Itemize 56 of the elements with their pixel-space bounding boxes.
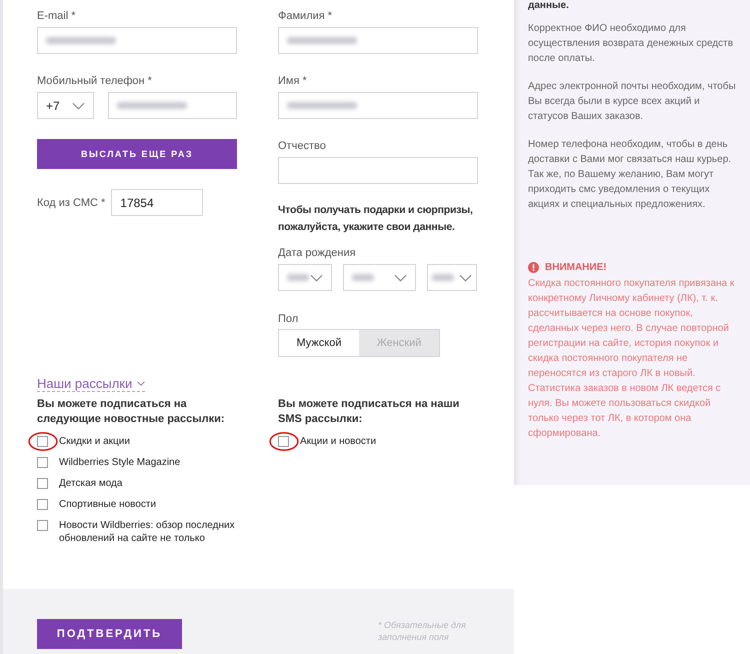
warning-title: ВНИМАНИЕ! — [545, 262, 607, 273]
field-label: Фамилия * — [278, 10, 334, 23]
sidebar-text: Номер телефона необходим, чтобы в день доставки с Вами мог связаться наш курьер. Так же, по Вашему желанию, Вам могут приходить смс уведомления о текущих акциях и специальных предложениях. — [528, 138, 732, 212]
sms-code-field[interactable]: 17854 — [111, 189, 204, 216]
warning-text: Скидка постоянного покупателя привязана к конкретному Личному кабинету (ЛК), т. к. рассчитывается на основе покупок, сделанных через него. В случае повторной регистрации на сайте, история покупок и скидка постоянного покупателя не переносятся из старого ЛК в новый. Статистика заказов в новом ЛК ведется с нуля. Вы можете пользоваться скидкой только через тот ЛК, в котором она сформирована. — [528, 277, 736, 441]
checkbox[interactable] — [37, 436, 48, 447]
chevron-down-icon — [310, 274, 323, 282]
email-field[interactable] — [37, 27, 237, 54]
blurred-value — [352, 274, 374, 281]
field-label: Дата рождения — [278, 247, 357, 260]
checkbox-label: Детская мода — [59, 477, 124, 490]
checkbox[interactable] — [37, 478, 48, 489]
gift-note: Чтобы получать подарки и сюрпризы, пожалуйста, укажите свои данные. — [278, 203, 474, 235]
text-field[interactable] — [278, 27, 478, 54]
sidebar-text: данные. — [528, 0, 570, 11]
subscriptions-link[interactable]: Наши рассылки — [37, 376, 146, 392]
blurred-value — [432, 274, 454, 281]
blurred-value — [287, 37, 357, 44]
text-field[interactable] — [278, 92, 478, 119]
checkbox-label: Скидки и акции — [59, 435, 131, 448]
blurred-value — [46, 37, 116, 44]
chevron-down-icon — [137, 381, 146, 386]
field-label: E-mail * — [37, 10, 77, 23]
checkbox[interactable] — [37, 499, 48, 510]
group-heading: Вы можете подписаться на следующие новостные рассылки: — [37, 397, 226, 427]
field-label: Отчество — [278, 140, 327, 153]
blurred-value — [287, 274, 309, 281]
field-label: Мобильный телефон * — [37, 75, 153, 88]
checkbox-label: Wildberries Style Magazine — [59, 456, 182, 469]
checkbox[interactable] — [37, 520, 48, 531]
date-select[interactable] — [427, 264, 477, 291]
checkbox[interactable] — [37, 457, 48, 468]
warning-icon — [528, 262, 539, 273]
chevron-down-icon — [72, 102, 85, 110]
text-field[interactable] — [278, 157, 478, 184]
blurred-value — [117, 102, 187, 109]
field-label: Имя * — [278, 75, 308, 88]
field-label: Пол — [278, 313, 300, 326]
field-label: Код из СМС * — [37, 196, 106, 208]
group-heading: Вы можете подписаться на наши SMS рассылки: — [278, 397, 460, 427]
checkbox-label: Акции и новости — [300, 435, 378, 448]
checkbox-label: Новости Wildberries: обзор последних обновлений на сайте не только — [59, 519, 236, 545]
resend-button[interactable]: ВЫСЛАТЬ ЕЩЕ РАЗ — [37, 139, 237, 169]
chevron-down-icon — [394, 274, 407, 282]
date-select[interactable] — [278, 264, 332, 291]
date-select[interactable] — [343, 264, 416, 291]
blurred-value — [287, 102, 357, 109]
phone-field[interactable] — [108, 92, 237, 119]
confirm-button[interactable]: ПОДТВЕРДИТЬ — [37, 619, 182, 649]
country-code-select[interactable]: +7 — [37, 92, 94, 119]
checkbox[interactable] — [278, 436, 289, 447]
checkbox-label: Спортивные новости — [59, 498, 158, 511]
chevron-down-icon — [459, 274, 472, 282]
required-note: * Обязательные для заполнения поля — [378, 619, 467, 643]
sidebar-text: Корректное ФИО необходимо для осуществления возврата денежных средств после оплаты. — [528, 22, 734, 66]
sidebar-text: Адрес электронной почты необходим, чтобы Вы всегда были в курсе всех акций и статусов Ваших заказов. — [528, 80, 737, 124]
